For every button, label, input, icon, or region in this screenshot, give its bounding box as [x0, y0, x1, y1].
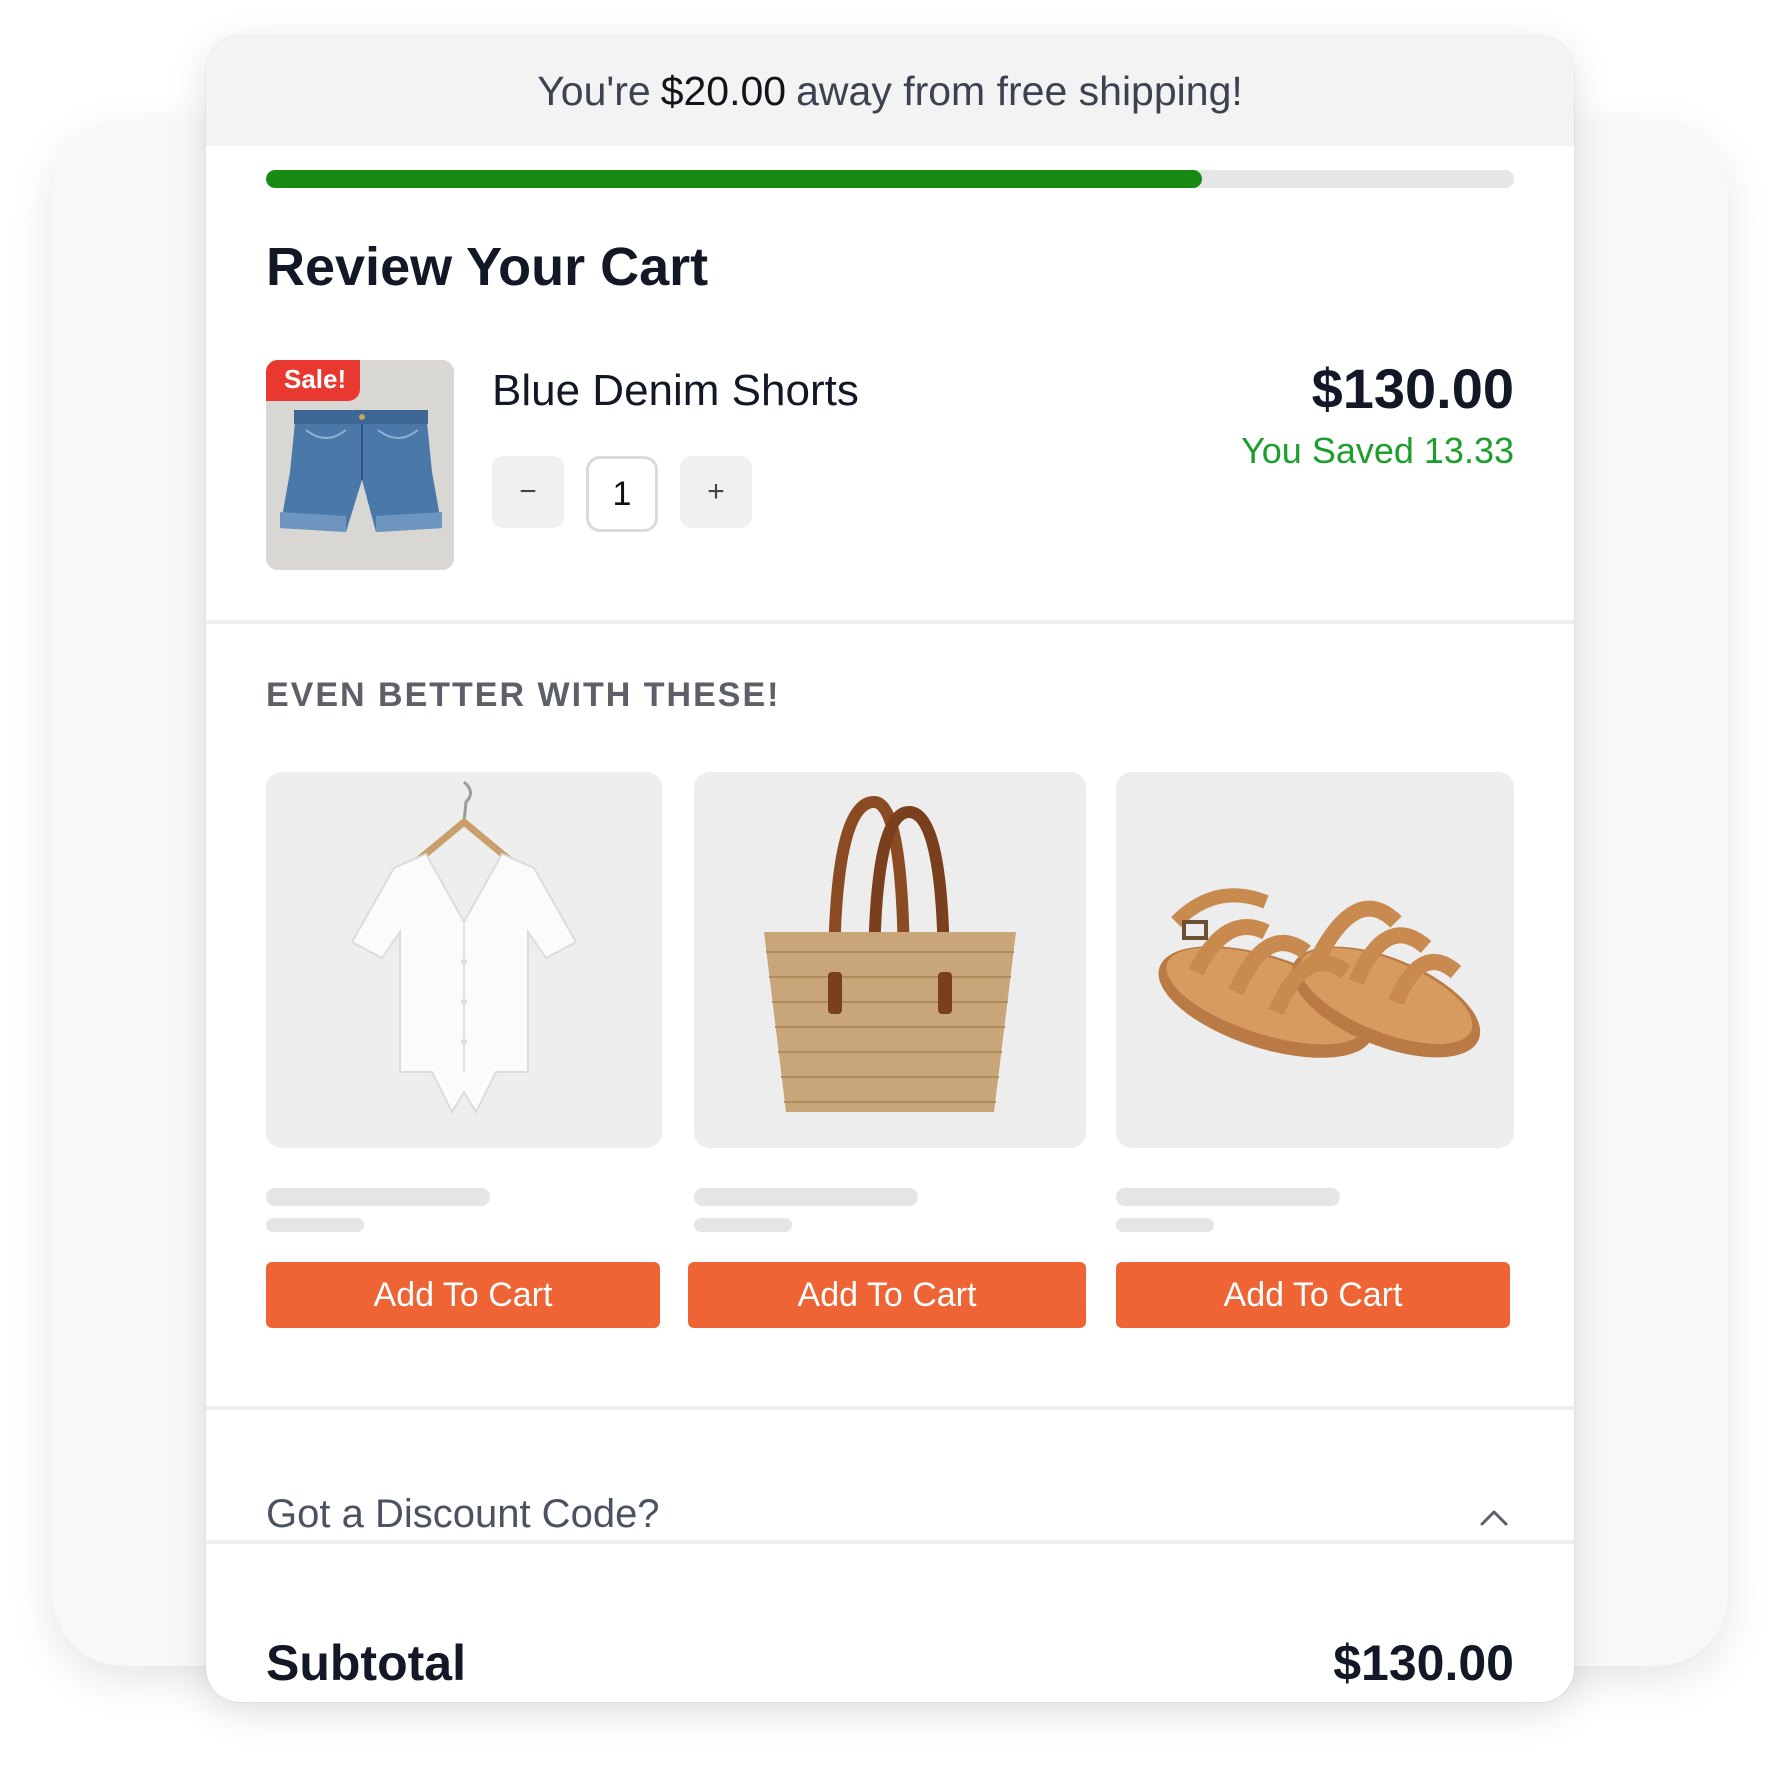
section-divider	[206, 620, 1574, 624]
cart-item-price: $130.00	[1311, 357, 1514, 420]
cart-item-name[interactable]: Blue Denim Shorts	[492, 366, 859, 416]
upsell-product-image[interactable]	[1116, 772, 1514, 1148]
quantity-input[interactable]: 1	[586, 456, 658, 532]
section-divider	[206, 1406, 1574, 1410]
upsell-heading: EVEN BETTER WITH THESE!	[266, 676, 781, 714]
shipping-progress-fill	[266, 170, 1202, 188]
cart-item-image[interactable]: Sale!	[266, 360, 454, 570]
subtotal-label: Subtotal	[266, 1635, 466, 1691]
add-to-cart-button[interactable]: Add To Cart	[266, 1262, 660, 1328]
discount-code-toggle[interactable]: Got a Discount Code?	[266, 1492, 660, 1537]
shipping-suffix: away from free shipping!	[796, 67, 1243, 114]
straw-tote-bag-image	[694, 772, 1086, 1148]
shipping-progress-bar	[266, 170, 1514, 188]
white-tie-front-blouse-image	[266, 772, 662, 1148]
cart-title: Review Your Cart	[266, 237, 709, 297]
chevron-up-icon[interactable]	[1474, 1498, 1514, 1538]
section-divider	[206, 1540, 1574, 1544]
shipping-remaining-amount: $20.00	[660, 67, 787, 114]
cart-item-savings: You Saved 13.33	[1241, 430, 1514, 471]
stage: You're $20.00 away from free shipping! R…	[0, 0, 1776, 1768]
upsell-product-image[interactable]	[266, 772, 662, 1148]
add-to-cart-button[interactable]: Add To Cart	[1116, 1262, 1510, 1328]
product-price-placeholder	[1116, 1218, 1214, 1232]
product-name-placeholder	[694, 1188, 918, 1206]
product-price-placeholder	[266, 1218, 364, 1232]
product-price-placeholder	[694, 1218, 792, 1232]
cart-drawer: You're $20.00 away from free shipping! R…	[206, 36, 1574, 1702]
sale-badge: Sale!	[266, 360, 361, 401]
tan-leather-sandals-image	[1116, 772, 1514, 1148]
product-name-placeholder	[266, 1188, 490, 1206]
upsell-product-image[interactable]	[694, 772, 1086, 1148]
quantity-decrement-button[interactable]: −	[492, 456, 564, 528]
quantity-increment-button[interactable]: +	[680, 456, 752, 528]
product-name-placeholder	[1116, 1188, 1340, 1206]
free-shipping-banner: You're $20.00 away from free shipping!	[206, 36, 1574, 146]
add-to-cart-button[interactable]: Add To Cart	[688, 1262, 1086, 1328]
subtotal-value: $130.00	[1333, 1635, 1514, 1691]
shipping-prefix: You're	[537, 67, 651, 114]
